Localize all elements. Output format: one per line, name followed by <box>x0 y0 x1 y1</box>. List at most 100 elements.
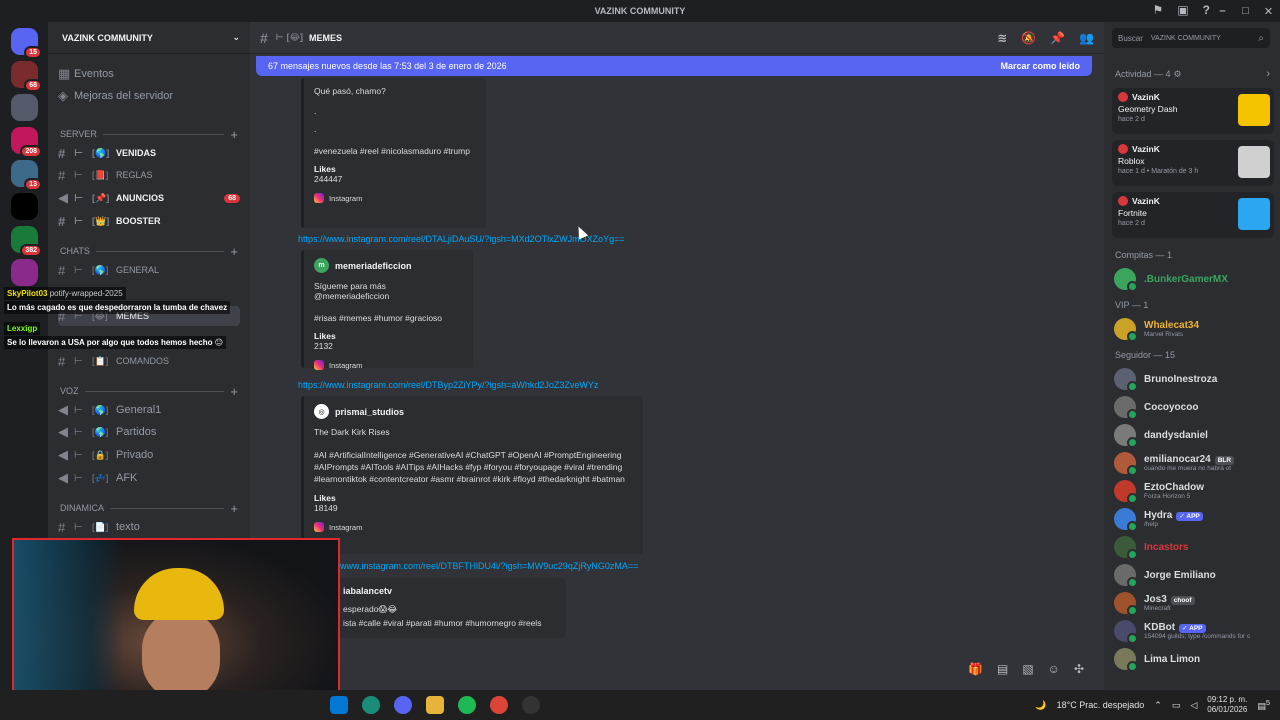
add-channel-icon[interactable]: + <box>230 501 238 516</box>
category-voz[interactable]: VOZ + <box>60 383 238 399</box>
search-input[interactable]: Buscar VAZINK COMMUNITY ⌕ <box>1112 28 1270 48</box>
help-icon[interactable]: ? <box>1203 3 1210 17</box>
member-item[interactable]: Incastors <box>1114 534 1274 560</box>
member-text: Incastors <box>1144 542 1188 553</box>
pin-icon: [📌] <box>92 192 110 203</box>
member-status: Forza Horizon 5 <box>1144 493 1191 500</box>
add-channel-icon[interactable]: + <box>230 384 238 399</box>
server-header[interactable]: VAZINK COMMUNITY ⌄ <box>48 22 250 54</box>
avatar <box>1114 480 1138 504</box>
notification-icon[interactable]: ▤5 <box>1257 698 1270 712</box>
sticker-icon[interactable]: ▧ <box>1022 662 1033 676</box>
member-item[interactable]: Hydra ✓ APP/help <box>1114 506 1274 532</box>
chrome-icon[interactable] <box>490 696 508 714</box>
channel-anuncios[interactable]: ◀ ⊢ [📌] ANUNCIOS 68 <box>58 188 240 208</box>
obs-icon[interactable] <box>522 696 540 714</box>
server-icon[interactable] <box>11 259 38 286</box>
server-icon[interactable]: 382 <box>11 226 42 257</box>
members-icon[interactable]: 👥 <box>1079 31 1094 45</box>
activity-card[interactable]: VazinK Geometry Dash hace 2 d <box>1112 88 1274 134</box>
mark-read-button[interactable]: Marcar como leído <box>1000 61 1080 71</box>
apps-icon[interactable]: ✣ <box>1074 662 1084 676</box>
member-item[interactable]: emilianocar24 BLR cuando me muera no habrá… <box>1114 450 1274 476</box>
gif-icon[interactable]: ▤ <box>997 662 1008 676</box>
channel-label: COMANDOS <box>116 356 170 366</box>
hash-icon: # <box>58 262 66 278</box>
gear-icon[interactable]: ⚙ <box>1174 69 1182 80</box>
network-icon[interactable]: ▭ <box>1172 700 1181 711</box>
activity-card[interactable]: VazinK Roblox hace 1 d • Maratón de 3 h <box>1112 140 1274 186</box>
pin-icon[interactable]: 📌 <box>1050 31 1065 45</box>
threads-icon[interactable]: ≋ <box>997 31 1007 45</box>
member-item[interactable]: KDBot ✓ APP 154094 guilds; type /commands … <box>1114 618 1274 644</box>
channel-reglas[interactable]: # ⊢ [📕] REGLAS <box>58 165 240 185</box>
new-messages-banner[interactable]: 67 mensajes nuevos desde las 7:53 del 3 … <box>256 56 1092 76</box>
member-name: Whalecat34 <box>1144 320 1200 331</box>
gift-icon[interactable]: 🎁 <box>968 662 983 676</box>
voice-afk[interactable]: ◀ ⊢ [💤] AFK <box>58 468 240 488</box>
instagram-icon <box>314 193 324 203</box>
embed-author: m memeriadeficcion <box>314 258 463 273</box>
member-item[interactable]: BrunoInestroza <box>1114 366 1274 392</box>
tray-chevron-icon[interactable]: ⌃ <box>1154 700 1162 711</box>
notification-badge: 5 <box>1265 698 1270 707</box>
add-channel-icon[interactable]: + <box>230 244 238 259</box>
category-server[interactable]: SERVER + <box>60 126 238 142</box>
maximize-icon[interactable]: □ <box>1234 0 1257 22</box>
folder-icon[interactable] <box>426 696 444 714</box>
author-name[interactable]: iabalancetv <box>343 586 392 596</box>
discord-icon[interactable] <box>394 696 412 714</box>
inbox-icon[interactable]: ⚑ <box>1153 3 1164 17</box>
embed-footer: Instagram <box>314 360 463 370</box>
author-name[interactable]: prismai_studios <box>335 407 404 417</box>
server-icon[interactable]: 13 <box>11 160 42 191</box>
member-item[interactable]: Whalecat34 Marvel Rivals <box>1114 316 1274 342</box>
server-icon[interactable] <box>11 193 38 220</box>
close-icon[interactable]: ✕ <box>1257 0 1280 22</box>
channel-venidas[interactable]: # ⊢ [🌎] VENIDAS <box>58 143 240 163</box>
channel-general[interactable]: # ⊢ [🌎] GENERAL <box>58 260 240 280</box>
server-icon[interactable]: 15 <box>11 28 42 59</box>
clock-date: 06/01/2026 <box>1207 705 1248 714</box>
member-item[interactable]: Jos3 choof Minecraft <box>1114 590 1274 616</box>
member-item[interactable]: dandysdaniel <box>1114 422 1274 448</box>
edge-icon[interactable] <box>362 696 380 714</box>
member-item[interactable]: Cocoyocoo <box>1114 394 1274 420</box>
category-chats[interactable]: CHATS + <box>60 243 238 259</box>
spotify-icon[interactable] <box>458 696 476 714</box>
weather-text[interactable]: 18°C Prac. despejado <box>1057 700 1145 710</box>
voice-general1[interactable]: ◀ ⊢ [🌎] General1 <box>58 400 240 420</box>
screen-icon[interactable]: ▣ <box>1177 3 1188 17</box>
message-link[interactable]: www.instagram.com/reel/DTBFTHlDU4i/?igsh… <box>340 561 638 571</box>
add-channel-icon[interactable]: + <box>230 127 238 142</box>
role-header: VIP — 1 <box>1115 300 1149 310</box>
author-name[interactable]: memeriadeficcion <box>335 261 412 271</box>
activity-card[interactable]: VazinK Fortnite hace 2 d <box>1112 192 1274 238</box>
voice-partidos[interactable]: ◀ ⊢ [🌎] Partidos <box>58 422 240 442</box>
emoji-icon[interactable]: ☺ <box>1048 662 1060 676</box>
app-icon[interactable] <box>330 696 348 714</box>
boosts-link[interactable]: ◈ Mejoras del servidor <box>58 86 240 106</box>
category-dinamica[interactable]: DINAMICA + <box>60 500 238 516</box>
channel-comandos[interactable]: # ⊢ [📋] COMANDOS <box>58 351 240 371</box>
bell-icon[interactable]: 🔕 <box>1021 31 1036 45</box>
message-link[interactable]: https://www.instagram.com/reel/DTALjiDAu… <box>298 234 625 244</box>
member-item[interactable]: Lima Limon <box>1114 646 1274 672</box>
volume-icon[interactable]: ◁ <box>1190 700 1197 711</box>
chevron-right-icon[interactable]: › <box>1266 68 1270 80</box>
voice-privado[interactable]: ◀ ⊢ [🔒] Privado <box>58 445 240 465</box>
member-item[interactable]: Jorge Emiliano <box>1114 562 1274 588</box>
channel-booster[interactable]: # ⊢ [👑] BOOSTER <box>58 211 240 231</box>
minimize-icon[interactable]: – <box>1211 0 1234 22</box>
events-link[interactable]: ▦ Eventos <box>58 64 240 84</box>
boosts-label: Mejoras del servidor <box>74 90 174 102</box>
member-item[interactable]: EztoChadow Forza Horizon 5 <box>1114 478 1274 504</box>
message-link[interactable]: https://www.instagram.com/reel/DTByp2ZiY… <box>298 380 598 390</box>
globe-icon: [🌎] <box>92 426 109 437</box>
server-icon[interactable] <box>11 94 38 121</box>
member-item[interactable]: .BunkerGamerMX <box>1114 266 1274 292</box>
channel-texto[interactable]: # ⊢ [📄] texto <box>58 517 240 537</box>
server-icon[interactable]: 68 <box>11 61 42 92</box>
server-icon[interactable]: 208 <box>11 127 42 158</box>
clock[interactable]: 09:12 p. m. 06/01/2026 <box>1207 695 1247 715</box>
